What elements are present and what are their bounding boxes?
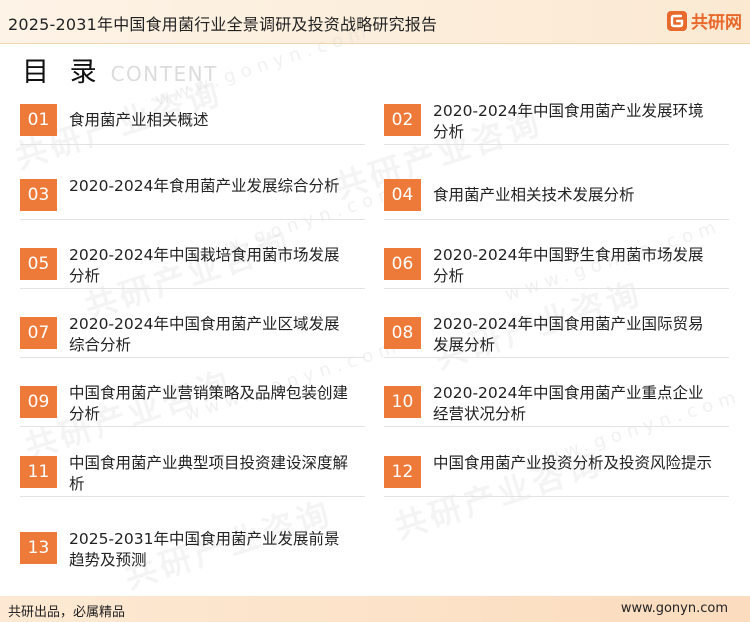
toc-label: 2020-2024年中国野生食用菌市场发展分析 [433, 246, 704, 285]
divider [384, 426, 729, 427]
footer-bar: 共研出品，必属精品 www.gonyn.com [0, 596, 750, 622]
divider [384, 288, 729, 289]
toc-number: 06 [384, 248, 421, 280]
toc-label: 2020-2024年中国食用菌产业发展环境分析 [433, 102, 704, 141]
brand-mark-icon [667, 10, 687, 31]
toc-label: 2020-2024年中国食用菌产业重点企业经营状况分析 [433, 384, 704, 423]
divider [20, 144, 365, 145]
header-bar: 2025-2031年中国食用菌行业全景调研及投资战略研究报告 共研网 [0, 0, 750, 44]
toc-label: 2025-2031年中国食用菌产业发展前景趋势及预测 [69, 530, 340, 569]
footer-slogan: 共研出品，必属精品 [8, 605, 126, 620]
toc-label: 中国食用菌产业投资分析及投资风险提示 [433, 454, 713, 472]
toc-label: 中国食用菌产业营销策略及品牌包装创建分析 [69, 384, 349, 423]
toc-number: 04 [384, 179, 421, 211]
divider [20, 288, 365, 289]
toc-label: 中国食用菌产业典型项目投资建设深度解析 [69, 454, 349, 493]
toc-number: 01 [20, 104, 57, 136]
toc-number: 09 [20, 386, 57, 418]
divider [20, 219, 365, 220]
toc-number: 13 [20, 532, 57, 564]
footer-website-link[interactable]: www.gonyn.com [621, 601, 728, 616]
toc-number: 08 [384, 317, 421, 349]
document-title: 2025-2031年中国食用菌行业全景调研及投资战略研究报告 [8, 15, 438, 34]
toc-label: 2020-2024年中国食用菌产业区域发展综合分析 [69, 315, 340, 354]
toc-label: 2020-2024年食用菌产业发展综合分析 [69, 177, 340, 195]
toc-number: 03 [20, 179, 57, 211]
divider [20, 357, 365, 358]
toc-label: 2020-2024年中国食用菌产业国际贸易发展分析 [433, 315, 704, 354]
brand-name: 共研网 [691, 13, 742, 33]
divider [384, 357, 729, 358]
toc-label: 2020-2024年中国栽培食用菌市场发展分析 [69, 246, 340, 285]
toc-number: 02 [384, 104, 421, 136]
heading-subtitle: CONTENT [110, 62, 218, 86]
toc-label: 食用菌产业相关概述 [69, 111, 209, 129]
toc-number: 05 [20, 248, 57, 280]
toc-number: 11 [20, 456, 57, 488]
toc-number: 10 [384, 386, 421, 418]
toc-number: 12 [384, 456, 421, 488]
divider [384, 496, 729, 497]
heading-title: 目 录 [22, 57, 103, 88]
divider [384, 219, 729, 220]
toc-label: 食用菌产业相关技术发展分析 [433, 186, 635, 204]
brand-logo: 共研网 [666, 8, 742, 33]
page-heading: 目 录 CONTENT [22, 50, 218, 89]
divider [20, 426, 365, 427]
toc-number: 07 [20, 317, 57, 349]
divider [384, 144, 729, 145]
divider [20, 496, 365, 497]
